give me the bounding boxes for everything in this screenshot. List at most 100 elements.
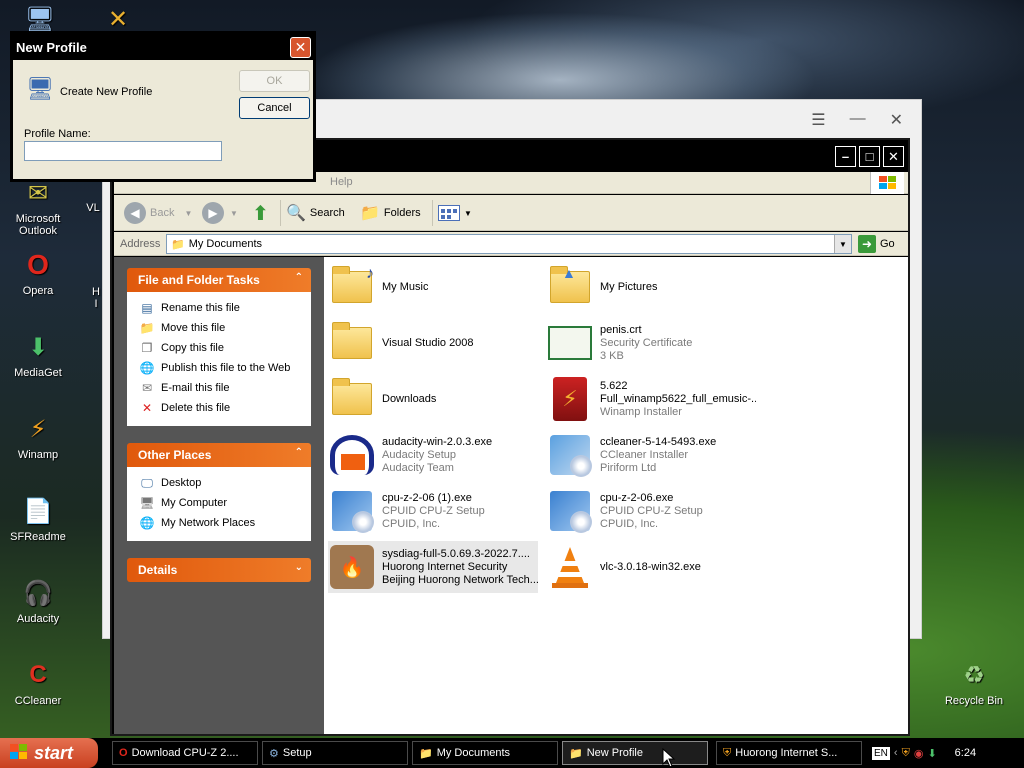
go-button[interactable]: ➜ Go [858, 235, 895, 253]
chevron-down-icon: ▼ [230, 208, 238, 218]
file-item[interactable]: Downloads [328, 373, 538, 425]
dialog-titlebar[interactable]: New Profile [13, 34, 313, 60]
desktop-icon-mediaget[interactable]: ⬇ MediaGet [0, 330, 78, 380]
taskbar-item[interactable]: 📁 New Profile [562, 741, 708, 765]
go-arrow-icon: ➜ [858, 235, 876, 253]
desktop-icon-outlook[interactable]: ✉ Microsoft Outlook [0, 176, 78, 238]
minimize-button[interactable]: – [835, 146, 856, 167]
file-item[interactable]: audacity-win-2.0.3.exe Audacity Setup Au… [328, 429, 538, 481]
task-rename[interactable]: ▤ Rename this file [139, 298, 311, 318]
search-icon: 🔍 [286, 205, 306, 222]
desktop-icon-sfreadme[interactable]: 📄 SFReadme [0, 494, 78, 544]
place-desktop[interactable]: 🖵 Desktop [139, 473, 311, 493]
new-profile-dialog[interactable]: New Profile ✕ 🖥 Create New Profile Profi… [10, 31, 316, 182]
file-name: Downloads [382, 392, 437, 405]
file-name: audacity-win-2.0.3.exe [382, 435, 493, 448]
close-button[interactable]: ✕ [883, 146, 904, 167]
panel-header[interactable]: File and Folder Tasks ⌃ [127, 268, 311, 292]
folders-button[interactable]: 📁 Folders [360, 201, 421, 225]
close-icon[interactable]: ✕ [890, 110, 903, 130]
expand-icon[interactable]: ⌄ [295, 562, 303, 573]
start-button[interactable]: start [0, 738, 98, 768]
taskbar: start O Download CPU-Z 2.... ⚙ Setup 📁 M… [0, 738, 1024, 768]
desktop-icon-ccleaner[interactable]: C CCleaner [0, 658, 78, 707]
shield-tray-icon[interactable]: ⛨ [902, 747, 910, 760]
menu-icon[interactable]: ☰ [811, 110, 825, 130]
file-item[interactable]: 🔥 sysdiag-full-5.0.69.3-2022.7.... Huoro… [328, 541, 538, 593]
back-arrow-icon: ◀ [124, 202, 146, 224]
folder-icon [328, 319, 376, 367]
explorer-window[interactable]: – □ ✕ Help ◀ Back ▼ ▶ ▼ ⬆ 🔍 Search 📁 Fol… [110, 138, 910, 736]
desktop-icon-audacity[interactable]: 🎧 Audacity [0, 576, 78, 626]
tray-expand-icon[interactable]: ‹ [894, 747, 898, 759]
desktop-icon-label: Microsoft Outlook [15, 213, 61, 237]
profile-name-input[interactable] [24, 141, 222, 161]
place-my-computer[interactable]: 🖥 My Computer [139, 493, 311, 513]
place-label: My Computer [161, 497, 228, 509]
winamp-installer-icon: ⚡ [546, 375, 594, 423]
file-name: 5.622 [600, 379, 628, 392]
toolbar-separator [280, 200, 281, 226]
desktop-icon-recycle-bin[interactable]: ♻ Recycle Bin [934, 658, 1014, 708]
pictures-folder-icon: ▲ [546, 263, 594, 311]
search-button[interactable]: 🔍 Search [286, 201, 345, 225]
ok-button[interactable]: OK [239, 70, 310, 92]
task-email[interactable]: ✉ E-mail this file [139, 378, 311, 398]
language-indicator[interactable]: EN [872, 746, 890, 760]
other-places-panel: Other Places ⌃ 🖵 Desktop 🖥 My Computer 🌐… [127, 443, 311, 541]
up-folder-button[interactable]: ⬆ [252, 201, 269, 225]
taskbar-item[interactable]: O Download CPU-Z 2.... [112, 741, 258, 765]
forward-button[interactable]: ▶ ▼ [202, 201, 238, 225]
collapse-icon[interactable]: ⌃ [295, 447, 303, 458]
audacity-icon: 🎧 [23, 579, 53, 607]
panel-title: Details [138, 563, 178, 577]
collapse-icon[interactable]: ⌃ [295, 272, 303, 283]
recycle-bin-icon: ♻ [963, 661, 985, 689]
panel-header[interactable]: Details ⌄ [127, 558, 311, 582]
file-name: vlc-3.0.18-win32.exe [600, 560, 701, 573]
taskbar-item[interactable]: ⛨ Huorong Internet S... [716, 741, 862, 765]
file-item[interactable]: Visual Studio 2008 [328, 317, 538, 369]
panel-header[interactable]: Other Places ⌃ [127, 443, 311, 467]
task-move[interactable]: 📁 Move this file [139, 318, 311, 338]
task-label: Copy this file [161, 342, 224, 354]
panel-body: ▤ Rename this file 📁 Move this file ❐ Co… [127, 292, 311, 426]
start-label: start [34, 742, 74, 763]
file-size: 3 KB [600, 349, 624, 362]
views-button[interactable]: ▼ [438, 201, 472, 225]
download-tray-icon[interactable]: ⬇ [927, 747, 936, 760]
file-item[interactable]: ♪ My Music [328, 261, 538, 313]
minimize-icon[interactable]: — [850, 110, 866, 130]
task-publish[interactable]: 🌐 Publish this file to the Web [139, 358, 311, 378]
file-item[interactable]: vlc-3.0.18-win32.exe [546, 541, 756, 593]
file-type: Security Certificate [600, 336, 693, 349]
dialog-close-button[interactable]: ✕ [290, 37, 311, 58]
copy-icon: ❐ [141, 341, 153, 355]
file-item[interactable]: ⚡ 5.622 Full_winamp5622_full_emusic-... … [546, 373, 756, 425]
back-button[interactable]: ◀ Back ▼ [124, 201, 192, 225]
place-network[interactable]: 🌐 My Network Places [139, 513, 311, 533]
cancel-button[interactable]: Cancel [239, 97, 310, 119]
maximize-button[interactable]: □ [859, 146, 880, 167]
file-company: Beijing Huorong Network Tech.... [382, 573, 538, 586]
file-item[interactable]: penis.crt Security Certificate 3 KB [546, 317, 756, 369]
address-field[interactable]: 📁 My Documents ▼ [166, 234, 852, 254]
chevron-down-icon: ▼ [464, 208, 472, 218]
task-delete[interactable]: ✕ Delete this file [139, 398, 311, 418]
desktop-icon-winamp[interactable]: ⚡ Winamp [0, 412, 78, 462]
file-item[interactable]: ▲ My Pictures [546, 261, 756, 313]
file-item[interactable]: cpu-z-2-06.exe CPUID CPU-Z Setup CPUID, … [546, 485, 756, 537]
taskbar-item[interactable]: 📁 My Documents [412, 741, 558, 765]
task-label: Huorong Internet S... [735, 747, 838, 759]
menu-help[interactable]: Help [330, 176, 353, 188]
desktop-icon-opera[interactable]: O Opera [0, 248, 78, 297]
file-name: Visual Studio 2008 [382, 336, 474, 349]
desktop-icon-label: MediaGet [14, 367, 62, 379]
file-item[interactable]: cpu-z-2-06 (1).exe CPUID CPU-Z Setup CPU… [328, 485, 538, 537]
file-item[interactable]: ccleaner-5-14-5493.exe CCleaner Installe… [546, 429, 756, 481]
network-tray-icon[interactable]: ◉ [914, 747, 924, 760]
globe-icon: 🌐 [139, 361, 155, 375]
address-dropdown-button[interactable]: ▼ [834, 235, 851, 253]
taskbar-item[interactable]: ⚙ Setup [262, 741, 408, 765]
task-copy[interactable]: ❐ Copy this file [139, 338, 311, 358]
